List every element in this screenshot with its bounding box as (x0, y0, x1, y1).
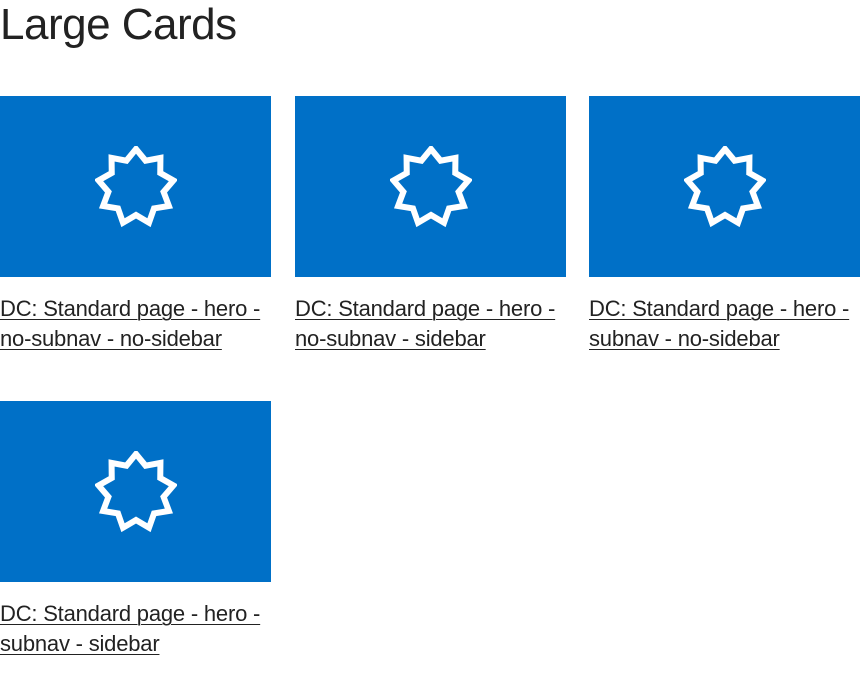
card-image[interactable] (0, 401, 271, 582)
nine-pointed-star-icon (683, 145, 766, 227)
card-image[interactable] (0, 96, 271, 277)
card-title-link[interactable]: DC: Standard page - hero - subnav - no-s… (589, 294, 860, 354)
nine-pointed-star-icon (94, 145, 177, 227)
card: DC: Standard page - hero - subnav - side… (0, 401, 271, 659)
card-image[interactable] (295, 96, 566, 277)
card-image[interactable] (589, 96, 860, 277)
card-title-link[interactable]: DC: Standard page - hero - no-subnav - n… (0, 294, 271, 354)
card: DC: Standard page - hero - no-subnav - n… (0, 96, 271, 354)
card-title-link[interactable]: DC: Standard page - hero - subnav - side… (0, 599, 271, 659)
card: DC: Standard page - hero - no-subnav - s… (295, 96, 566, 354)
nine-pointed-star-icon (94, 450, 177, 532)
page-title: Large Cards (0, 0, 237, 49)
card: DC: Standard page - hero - subnav - no-s… (589, 96, 860, 354)
card-title-link[interactable]: DC: Standard page - hero - no-subnav - s… (295, 294, 566, 354)
nine-pointed-star-icon (389, 145, 472, 227)
